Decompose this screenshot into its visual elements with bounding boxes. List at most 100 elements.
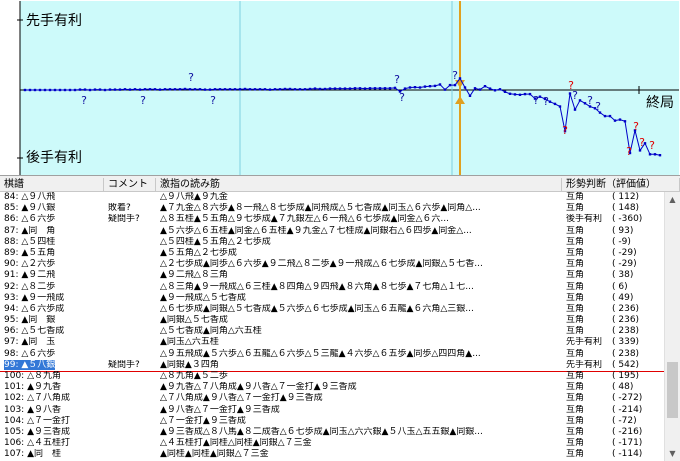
evaluation-point — [568, 92, 572, 95]
cell-value: ( -360) — [612, 214, 643, 225]
table-row[interactable]: 97: ▲同 玉 ▲同玉△六五桂 先手有利 ( 339) — [0, 337, 664, 348]
evaluation-point — [103, 88, 107, 92]
table-row[interactable]: 87: ▲同 角 ▲５六歩△６五桂▲同金△６五桂▲９九金△７七桂成▲同銀右△６四歩… — [0, 226, 664, 237]
evaluation-point — [453, 83, 457, 87]
cell-judgement: 先手有利 — [566, 359, 602, 370]
evaluation-point — [173, 88, 177, 91]
table-row[interactable]: 98: △６六歩 △９五飛成▲５六歩△６五龍△６六歩△５三龍▲４六歩△６五歩▲同歩… — [0, 349, 664, 360]
evaluation-point — [328, 87, 332, 90]
table-row[interactable]: 103: ▲９八香 ▲９八香△７一金打▲９三香成 互角 ( -214) — [0, 405, 664, 416]
scroll-up-icon[interactable]: ▲ — [665, 192, 680, 207]
cell-reading: ▲同桂▲同桂▲同銀△７三金 — [160, 449, 269, 460]
evaluation-point — [583, 102, 587, 105]
table-row[interactable]: 90: △２六歩 △２七歩成▲同歩△６六歩▲９二飛△８二歩▲９一飛成△６七歩成▲同… — [0, 259, 664, 270]
cell-move: 98: △６六歩 — [4, 348, 56, 359]
kifu-analysis-table[interactable]: 棋譜 コメント 激指の読み筋 形勢判断（評価値） 84: △９八飛 △９八飛▲９九… — [0, 178, 680, 461]
column-header-reading[interactable]: 激指の読み筋 — [156, 178, 562, 192]
cell-value: ( 112) — [612, 192, 640, 202]
evaluation-point — [273, 88, 277, 91]
cell-judgement: 先手有利 — [566, 337, 602, 348]
table-row[interactable]: 100: △８九角 △８九角▲５二歩 互角 ( 195) — [0, 371, 664, 382]
column-header-judgement[interactable]: 形勢判断（評価値） — [562, 178, 680, 192]
cell-judgement: 互角 — [566, 236, 585, 247]
cell-move: 102: △７八角成 — [4, 393, 70, 404]
evaluation-point — [473, 87, 477, 90]
evaluation-point — [278, 88, 282, 91]
table-row[interactable]: 92: △８二歩 △８三角▲９一飛成△６三桂▲８四角△９四飛▲８六角▲８七歩▲７七… — [0, 282, 664, 293]
cell-reading: △４五桂打▲同桂△同桂▲同銀△７三金 — [160, 438, 312, 449]
cell-judgement: 互角 — [566, 259, 585, 270]
cell-reading: ▲同銀△５七香成 — [160, 315, 228, 326]
table-body[interactable]: 84: △９八飛 △９八飛▲９九金 互角( 112) 85: ▲９八銀 敗着? ▲７九金△… — [0, 192, 664, 461]
cell-judgement: 互角 — [566, 326, 585, 337]
evaluation-point — [608, 114, 612, 118]
evaluation-point — [603, 114, 607, 118]
table-row[interactable]: 99: ▲５八銀 疑問手? ▲同銀▲３四角 先手有利 ( 542) — [0, 359, 664, 371]
table-row[interactable]: 104: △７一金打 △７一金打▲９三香成 互角 ( -72) — [0, 416, 664, 427]
evaluation-point — [483, 85, 487, 88]
table-row[interactable]: 102: △７八角成 △７八角成▲９八香△７一金打▲９三香成 互角 ( -272) — [0, 393, 664, 404]
evaluation-point — [108, 88, 112, 91]
table-row[interactable]: 84: △９八飛 △９八飛▲９九金 互角 ( 112) — [0, 192, 664, 203]
evaluation-point — [218, 88, 222, 91]
evaluation-point — [388, 87, 392, 90]
evaluation-point — [138, 88, 142, 91]
evaluation-point — [153, 88, 157, 91]
column-header-kifu[interactable]: 棋譜 — [0, 178, 104, 192]
evaluation-graph-canvas[interactable]: ?????????????????? — [0, 0, 680, 176]
cell-move: 87: ▲同 角 — [4, 225, 56, 236]
scroll-thumb[interactable] — [667, 362, 678, 418]
cell-judgement: 互角 — [566, 247, 585, 258]
evaluation-point — [213, 88, 217, 91]
scroll-down-icon[interactable]: ▼ — [665, 446, 680, 461]
cell-judgement: 互角 — [566, 270, 585, 281]
evaluation-point — [478, 88, 482, 91]
cell-move: 100: △８九角 — [4, 371, 61, 381]
evaluation-point — [208, 88, 212, 91]
table-row[interactable]: 94: △６六歩成 △６七歩成▲同銀△５七香成▲５六歩△６七歩成▲同玉△６五龍▲６… — [0, 304, 664, 315]
evaluation-point — [38, 88, 42, 92]
table-row[interactable]: 85: ▲９八銀 敗着? ▲７九金△８六歩▲８一飛△８七歩成▲同飛成△５七香成▲同玉… — [0, 203, 664, 214]
cell-move: 104: △７一金打 — [4, 415, 70, 426]
table-row[interactable]: 106: △４五桂打 △４五桂打▲同桂△同桂▲同銀△７三金 互角 ( -171) — [0, 438, 664, 449]
evaluation-point — [258, 88, 262, 91]
evaluation-point — [193, 88, 197, 91]
table-row[interactable]: 86: △６六歩 疑問手? △８五桂▲５五角△９七歩成▲７九銀左△６一飛△６七歩成▲… — [0, 214, 664, 225]
table-row[interactable]: 101: ▲９九香 ▲９九香△７八角成▲９八香△７一金打▲９三香成 互角 ( 48) — [0, 382, 664, 393]
cell-move: 101: ▲９九香 — [4, 382, 61, 393]
question-mark-label: ? — [210, 94, 216, 107]
evaluation-graph[interactable]: ?????????????????? 先手有利 後手有利 終局 — [0, 0, 680, 176]
question-mark-label: ? — [533, 94, 539, 107]
cell-move: 103: ▲９八香 — [4, 404, 61, 415]
cell-judgement: 互角 — [566, 404, 585, 415]
evaluation-point — [238, 88, 242, 91]
evaluation-point — [438, 83, 442, 86]
cell-value: ( 148) — [612, 203, 640, 214]
evaluation-point — [248, 88, 252, 91]
cell-reading: ▲９九香△７八角成▲９八香△７一金打▲９三香成 — [160, 382, 357, 393]
table-row[interactable]: 105: ▲９三香成 ▲９三香成△８八馬▲８二成香△６七歩成▲同玉△六六銀▲５八玉… — [0, 427, 664, 438]
question-mark-label: ? — [140, 94, 146, 107]
table-row[interactable]: 89: ▲５五角 ▲５五角△２七歩成 互角 ( -29) — [0, 248, 664, 259]
cell-reading: △５四桂▲５五角△２七歩成 — [160, 236, 271, 247]
cell-value: ( -29) — [612, 259, 637, 270]
evaluation-point — [558, 105, 562, 108]
table-row[interactable]: 96: △５七香成 △５七香成▲同角△六五桂 互角 ( 238) — [0, 326, 664, 337]
cell-value: ( 38) — [612, 270, 634, 281]
table-row[interactable]: 107: ▲同 桂 ▲同桂▲同桂▲同銀△７三金 互角 ( -114) — [0, 449, 664, 460]
evaluation-point — [463, 86, 467, 89]
evaluation-point — [53, 88, 57, 92]
vertical-scrollbar[interactable]: ▲ ▼ — [664, 192, 680, 461]
cell-move: 96: △５七香成 — [4, 326, 65, 337]
evaluation-point — [363, 87, 367, 90]
evaluation-point — [538, 95, 542, 98]
cell-reading: △９五飛成▲５六歩△６五龍△６六歩△５三龍▲４六歩△６五歩▲同歩△四四角▲... — [160, 348, 481, 359]
table-row[interactable]: 93: ▲９一飛成 ▲９一飛成△５七香成 互角 ( 49) — [0, 293, 664, 304]
table-row[interactable]: 91: ▲９二飛 ▲９二飛△８三角 互角 ( 38) — [0, 270, 664, 281]
evaluation-point — [428, 85, 432, 88]
table-row[interactable]: 88: △５四桂 △５四桂▲５五角△２七歩成 互角 ( -9) — [0, 237, 664, 248]
cell-reading: △８九角▲５二歩 — [160, 371, 228, 381]
cell-reading: △９八飛▲９九金 — [160, 192, 228, 202]
column-header-comment[interactable]: コメント — [104, 178, 156, 192]
table-row[interactable]: 95: ▲同 銀 ▲同銀△５七香成 互角 ( 236) — [0, 315, 664, 326]
